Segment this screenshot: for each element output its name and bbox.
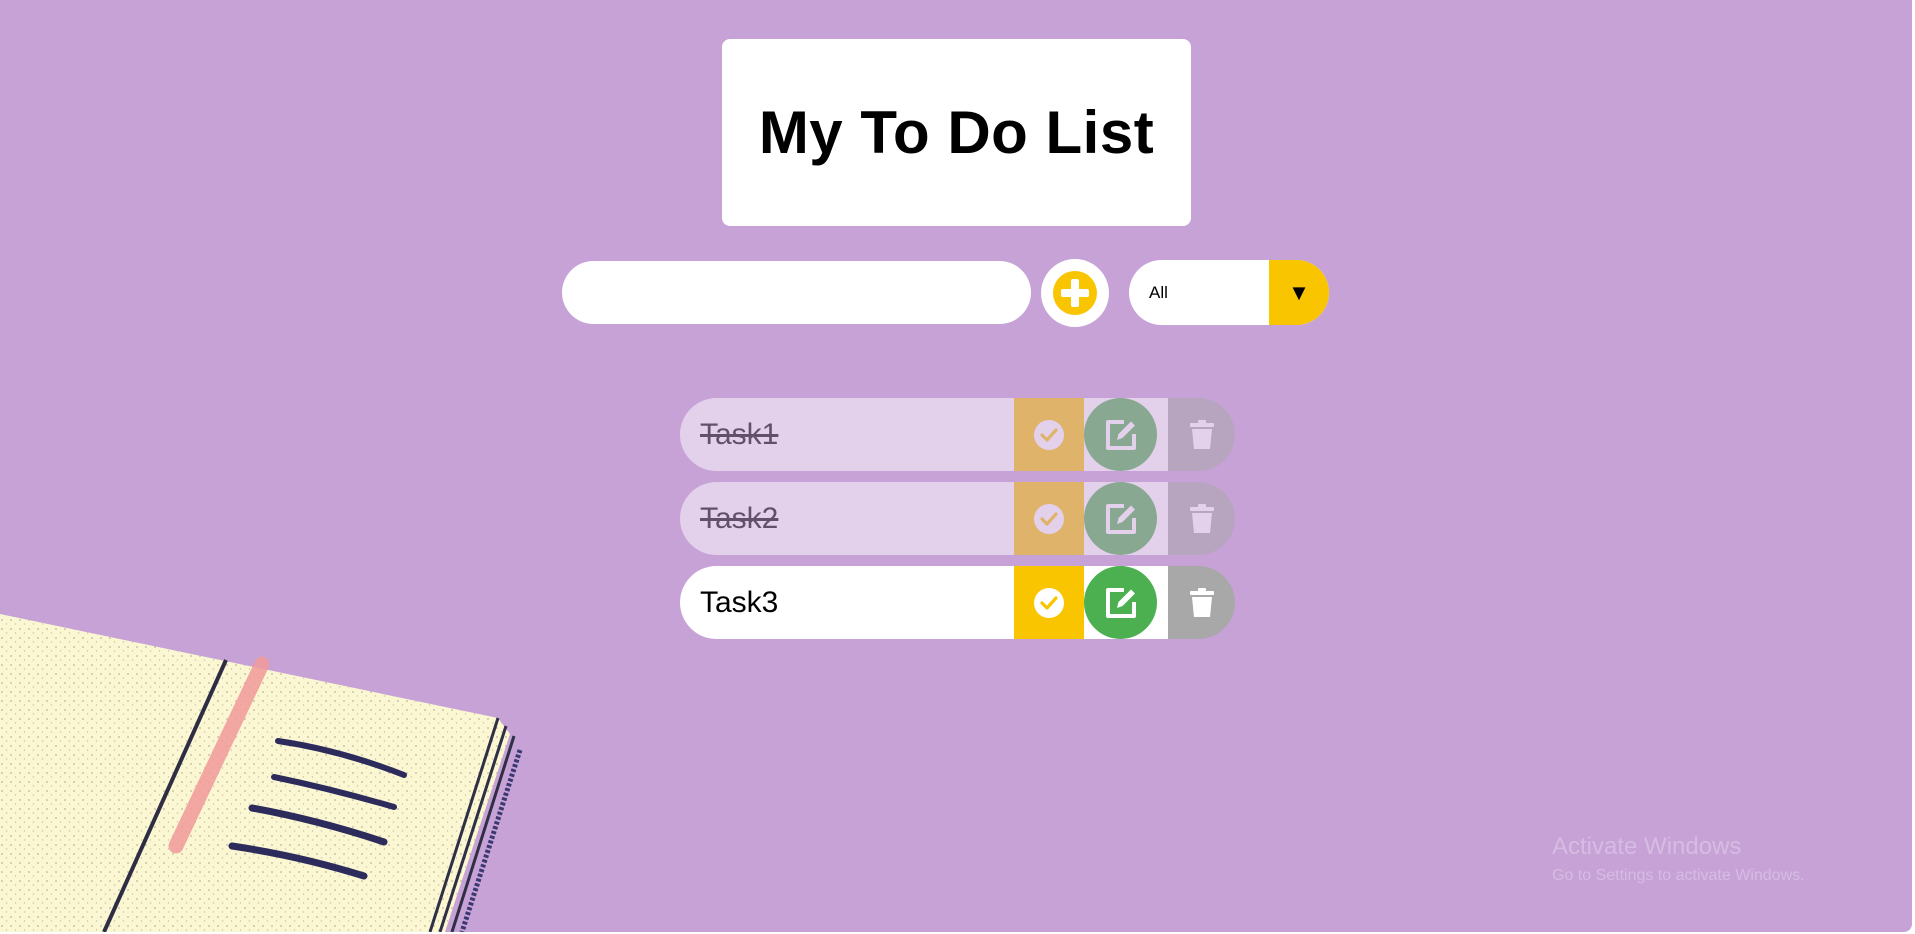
task-text: Task3 (700, 585, 779, 619)
edit-task-button[interactable] (1084, 566, 1157, 639)
task-text: Task2 (700, 501, 779, 535)
windows-activation-watermark: Activate Windows Go to Settings to activ… (1552, 833, 1805, 885)
task-text-container: Task1 (680, 398, 1014, 471)
complete-task-button[interactable] (1014, 566, 1084, 639)
edit-area (1084, 566, 1168, 639)
delete-task-button[interactable] (1168, 482, 1235, 555)
edit-area (1084, 482, 1168, 555)
complete-task-button[interactable] (1014, 482, 1084, 555)
dropdown-arrow-icon[interactable]: ▼ (1269, 260, 1329, 325)
add-task-button[interactable] (1041, 259, 1109, 327)
check-circle-icon (1034, 419, 1064, 450)
edit-icon (1105, 419, 1136, 450)
filter-selected-value: All (1149, 282, 1168, 302)
task-input[interactable] (562, 261, 1031, 324)
delete-task-button[interactable] (1168, 566, 1235, 639)
complete-task-button[interactable] (1014, 398, 1084, 471)
task-text-container: Task3 (680, 566, 1014, 639)
trash-icon (1189, 587, 1214, 617)
watermark-title: Activate Windows (1552, 833, 1742, 860)
watermark-subtitle: Go to Settings to activate Windows. (1552, 867, 1805, 884)
app-background: My To Do List All ▼ Task1 Task2 Task3 Ac… (0, 0, 1912, 932)
check-circle-icon (1034, 503, 1064, 534)
task-row: Task3 (680, 566, 1235, 639)
task-row: Task2 (680, 482, 1235, 555)
task-list: Task1 Task2 Task3 (680, 398, 1235, 650)
edit-task-button[interactable] (1084, 482, 1157, 555)
check-circle-icon (1034, 587, 1064, 618)
edit-area (1084, 398, 1168, 471)
trash-icon (1189, 419, 1214, 449)
task-text-container: Task2 (680, 482, 1014, 555)
edit-icon (1105, 587, 1136, 618)
notebook-illustration (0, 614, 523, 932)
task-row: Task1 (680, 398, 1235, 471)
delete-task-button[interactable] (1168, 398, 1235, 471)
trash-icon (1189, 503, 1214, 533)
page-title: My To Do List (758, 99, 1155, 166)
edit-icon (1105, 503, 1136, 534)
filter-select[interactable]: All ▼ (1129, 260, 1329, 325)
plus-circle-icon (1053, 271, 1097, 315)
task-text: Task1 (700, 417, 779, 451)
edit-task-button[interactable] (1084, 398, 1157, 471)
title-card: My To Do List (722, 39, 1191, 226)
